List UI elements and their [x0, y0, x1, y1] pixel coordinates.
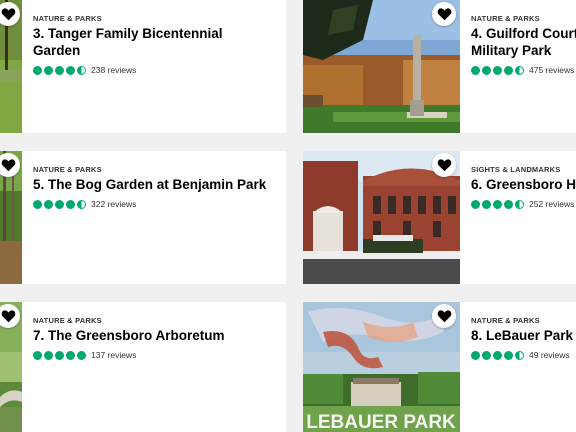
bubble-icon: [493, 350, 502, 360]
attraction-card[interactable]: NATURE & PARKS 7. The Greensboro Arboret…: [22, 302, 286, 432]
save-heart-button[interactable]: [432, 2, 456, 26]
rating-bubbles: [471, 199, 524, 209]
attraction-title[interactable]: 7. The Greensboro Arboretum: [33, 327, 225, 344]
heart-icon: [1, 8, 15, 21]
review-count[interactable]: 238 reviews: [91, 65, 136, 75]
attraction-title[interactable]: 8. LeBauer Park: [471, 327, 573, 344]
bubble-icon: [44, 199, 53, 209]
heart-icon: [437, 159, 451, 172]
bubble-icon: [66, 350, 75, 360]
bubble-icon: [66, 199, 75, 209]
bubble-icon: [33, 199, 42, 209]
save-heart-button[interactable]: [432, 153, 456, 177]
bubble-icon: [77, 65, 86, 75]
heart-icon: [437, 310, 451, 323]
bubble-icon: [77, 350, 86, 360]
bubble-icon: [504, 65, 513, 75]
bubble-icon: [44, 350, 53, 360]
bubble-icon: [515, 350, 524, 360]
title-line: 8. LeBauer Park: [471, 328, 574, 343]
bubble-icon: [471, 65, 480, 75]
bubble-icon: [33, 350, 42, 360]
bubble-icon: [504, 350, 513, 360]
title-line: 7. The Greensboro Arboretum: [33, 328, 225, 343]
review-count[interactable]: 252 reviews: [529, 199, 574, 209]
bubble-icon: [44, 65, 53, 75]
attraction-card[interactable]: NATURE & PARKS 4. Guilford Court Militar…: [460, 0, 576, 133]
bubble-icon: [55, 350, 64, 360]
bubble-icon: [515, 65, 524, 75]
rating-bubbles: [33, 350, 86, 360]
rating-bubbles: [33, 199, 86, 209]
attraction-card[interactable]: NATURE & PARKS 3. Tanger Family Bicenten…: [22, 0, 286, 133]
attraction-title[interactable]: 4. Guilford Court Military Park: [471, 25, 576, 59]
bubble-icon: [482, 65, 491, 75]
review-count[interactable]: 475 reviews: [529, 65, 574, 75]
title-line: Military Park: [471, 43, 552, 58]
title-line: 6. Greensboro Hi: [471, 177, 576, 192]
category-label: NATURE & PARKS: [33, 165, 102, 174]
bubble-icon: [66, 65, 75, 75]
attraction-card[interactable]: NATURE & PARKS 5. The Bog Garden at Benj…: [22, 151, 286, 284]
attraction-title[interactable]: 6. Greensboro Hi: [471, 176, 576, 193]
attraction-title[interactable]: 3. Tanger Family Bicentennial Garden: [33, 25, 223, 59]
bubble-icon: [482, 199, 491, 209]
rating: 238 reviews: [33, 65, 136, 75]
rating-bubbles: [471, 65, 524, 75]
review-count[interactable]: 322 reviews: [91, 199, 136, 209]
category-label: NATURE & PARKS: [471, 316, 540, 325]
bubble-icon: [504, 199, 513, 209]
heart-icon: [1, 310, 15, 323]
rating-bubbles: [471, 350, 524, 360]
bubble-icon: [33, 65, 42, 75]
bubble-icon: [471, 350, 480, 360]
rating: 322 reviews: [33, 199, 136, 209]
rating-bubbles: [33, 65, 86, 75]
sign-text: LEBAUER PARK: [306, 412, 456, 432]
bubble-icon: [77, 199, 86, 209]
attraction-card[interactable]: SIGHTS & LANDMARKS 6. Greensboro Hi 252 …: [460, 151, 576, 284]
rating: 475 reviews: [471, 65, 574, 75]
review-count[interactable]: 49 reviews: [529, 350, 570, 360]
title-line: 3. Tanger Family Bicentennial: [33, 26, 223, 41]
category-label: NATURE & PARKS: [471, 14, 540, 23]
attraction-title[interactable]: 5. The Bog Garden at Benjamin Park: [33, 176, 266, 193]
review-count[interactable]: 137 reviews: [91, 350, 136, 360]
heart-icon: [437, 8, 451, 21]
heart-icon: [1, 159, 15, 172]
category-label: NATURE & PARKS: [33, 14, 102, 23]
title-line: Garden: [33, 43, 81, 58]
bubble-icon: [482, 350, 491, 360]
bubble-icon: [515, 199, 524, 209]
bubble-icon: [55, 65, 64, 75]
rating: 137 reviews: [33, 350, 136, 360]
attraction-card[interactable]: NATURE & PARKS 8. LeBauer Park 49 review…: [460, 302, 576, 432]
rating: 49 reviews: [471, 350, 570, 360]
rating: 252 reviews: [471, 199, 574, 209]
title-line: 5. The Bog Garden at Benjamin Park: [33, 177, 267, 192]
bubble-icon: [471, 199, 480, 209]
save-heart-button[interactable]: [432, 304, 456, 328]
category-label: NATURE & PARKS: [33, 316, 102, 325]
category-label: SIGHTS & LANDMARKS: [471, 165, 561, 174]
title-line: 4. Guilford Court: [471, 26, 576, 41]
bubble-icon: [493, 199, 502, 209]
bubble-icon: [493, 65, 502, 75]
bubble-icon: [55, 199, 64, 209]
